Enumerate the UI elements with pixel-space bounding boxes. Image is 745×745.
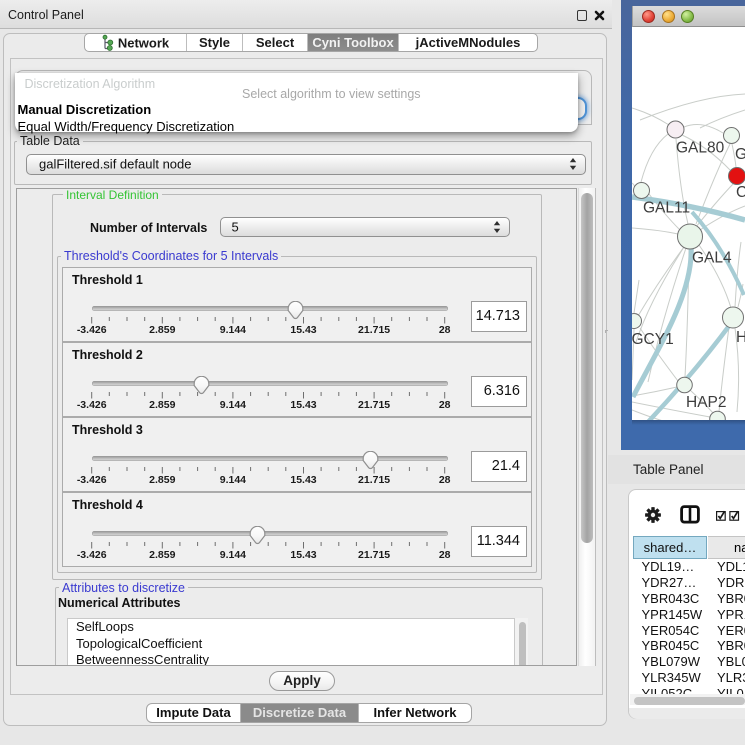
svg-text:GA: GA <box>735 146 745 163</box>
svg-text:GCY1: GCY1 <box>632 331 674 348</box>
svg-text:GAL80: GAL80 <box>676 140 725 157</box>
svg-text:GAL11: GAL11 <box>643 200 690 217</box>
svg-text:H: H <box>736 329 745 346</box>
svg-text:HAP2: HAP2 <box>686 394 727 411</box>
svg-text:C: C <box>736 184 745 201</box>
svg-text:GAL4: GAL4 <box>692 250 732 267</box>
